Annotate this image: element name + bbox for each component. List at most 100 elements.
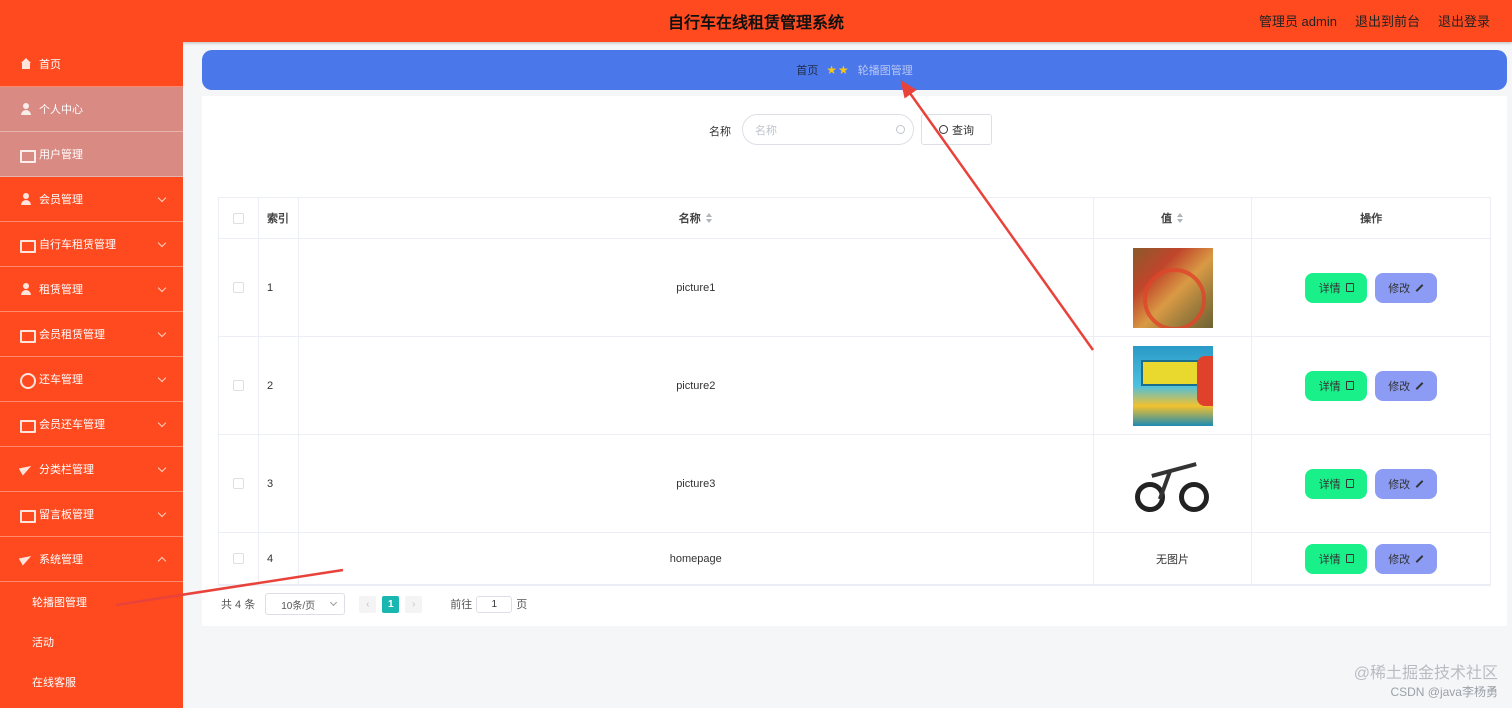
sidebar-item-label: 会员管理	[39, 194, 83, 206]
edit-button[interactable]: 修改	[1375, 543, 1438, 574]
sidebar-item-personal-center[interactable]: 个人中心	[0, 87, 183, 132]
sort-icon[interactable]	[1177, 213, 1184, 223]
header-name[interactable]: 名称	[299, 198, 1094, 238]
sidebar-item-label: 首页	[39, 59, 61, 71]
detail-button[interactable]: 详情	[1305, 543, 1368, 574]
sidebar-item-label: 会员还车管理	[39, 419, 105, 431]
admin-user-label[interactable]: 管理员 admin	[1259, 11, 1337, 30]
sidebar-subitem-activity[interactable]: 活动	[0, 622, 183, 662]
edit-icon	[1415, 283, 1424, 292]
detail-button-label: 详情	[1318, 282, 1341, 295]
row-index: 4	[259, 533, 299, 584]
chevron-down-icon	[157, 238, 167, 248]
row-checkbox[interactable]	[232, 478, 244, 489]
breadcrumb-current: 轮播图管理	[857, 65, 913, 77]
watermark-juejin: @稀土掘金技术社区	[1353, 665, 1498, 682]
document-icon	[1345, 381, 1354, 390]
sidebar-item-home[interactable]: 首页	[0, 42, 183, 87]
chevron-down-icon	[157, 283, 167, 293]
breadcrumb-home[interactable]: 首页	[796, 62, 818, 78]
row-name: picture3	[299, 435, 1094, 532]
bike-wheel-shape	[1178, 481, 1209, 512]
exit-to-front-link[interactable]: 退出到前台	[1355, 11, 1420, 30]
detail-button-label: 详情	[1318, 478, 1341, 491]
person-icon	[20, 103, 32, 115]
edit-button[interactable]: 修改	[1375, 272, 1438, 303]
sidebar-item-message-board-management[interactable]: 留言板管理	[0, 492, 183, 537]
person-icon	[20, 283, 32, 295]
page-number-button[interactable]: 1	[382, 595, 400, 613]
sidebar-menu: 首页 个人中心 用户管理 会员管理 自行车租赁管理 租赁管理 会员租赁管理 还车…	[0, 42, 183, 708]
sidebar-item-user-management[interactable]: 用户管理	[0, 132, 183, 177]
prev-page-button[interactable]: ‹	[359, 595, 377, 613]
sidebar-item-member-rental-management[interactable]: 会员租赁管理	[0, 312, 183, 357]
search-icon	[896, 125, 905, 134]
document-icon	[1345, 283, 1354, 292]
edit-button[interactable]: 修改	[1375, 468, 1438, 499]
query-button[interactable]: 查询	[921, 114, 992, 145]
bicycle-image-thumbnail	[1132, 443, 1213, 524]
sidebar-item-label: 系统管理	[39, 554, 83, 566]
sidebar-item-label: 用户管理	[39, 149, 83, 161]
sidebar-item-category-management[interactable]: 分类栏管理	[0, 447, 183, 492]
watermark: @稀土掘金技术社区 CSDN @java李杨勇	[1354, 659, 1498, 700]
header-actions: 管理员 admin 退出到前台 退出登录	[1259, 11, 1490, 30]
select-all-checkbox[interactable]	[232, 212, 244, 224]
row-ops: 详情 修改	[1252, 337, 1490, 434]
table-row: 4 homepage 无图片 详情 修改	[219, 533, 1490, 585]
search-placeholder: 名称	[755, 124, 777, 137]
chevron-down-icon	[157, 373, 167, 383]
edit-button-label: 修改	[1388, 553, 1411, 566]
header-ops: 操作	[1360, 213, 1383, 225]
goto-label: 前往	[450, 599, 473, 611]
row-checkbox[interactable]	[232, 553, 244, 564]
pagination-total: 共 4 条	[221, 599, 256, 611]
chevron-down-icon	[157, 328, 167, 338]
top-header: 自行车在线租赁管理系统 管理员 admin 退出到前台 退出登录	[0, 0, 1512, 42]
detail-button[interactable]: 详情	[1305, 370, 1368, 401]
sidebar-item-system-management[interactable]: 系统管理	[0, 537, 183, 582]
person-icon	[20, 193, 32, 205]
row-value	[1094, 337, 1253, 434]
document-icon	[1345, 554, 1354, 563]
bike-icon	[20, 238, 36, 253]
edit-icon	[1415, 479, 1424, 488]
breadcrumb: 首页 ★★ 轮播图管理	[202, 50, 1507, 90]
next-page-button[interactable]: ›	[405, 595, 423, 613]
row-value	[1094, 239, 1253, 336]
plane-icon	[20, 553, 32, 565]
page-unit-label: 页	[516, 599, 528, 611]
row-name: picture1	[299, 239, 1094, 336]
star-separator-icon: ★★	[826, 63, 850, 77]
row-select-cell	[219, 337, 259, 434]
row-value: 无图片	[1094, 533, 1253, 584]
sidebar-item-member-management[interactable]: 会员管理	[0, 177, 183, 222]
sidebar-item-label: 个人中心	[39, 104, 83, 116]
row-checkbox[interactable]	[232, 282, 244, 293]
sort-icon[interactable]	[705, 213, 713, 223]
chart-icon	[20, 508, 36, 523]
sidebar-subitem-carousel-management[interactable]: 轮播图管理	[0, 582, 183, 622]
detail-button[interactable]: 详情	[1305, 272, 1368, 303]
logout-link[interactable]: 退出登录	[1438, 11, 1490, 30]
chevron-down-icon	[157, 463, 167, 473]
header-index: 索引	[259, 198, 299, 238]
row-ops: 详情 修改	[1252, 435, 1490, 532]
page-size-select[interactable]: 10条/页	[265, 593, 346, 615]
sidebar-subitem-online-service[interactable]: 在线客服	[0, 662, 183, 702]
search-label: 名称	[709, 126, 731, 138]
search-input[interactable]: 名称	[742, 114, 914, 145]
sidebar-item-label: 自行车租赁管理	[39, 239, 116, 251]
sidebar-item-rental-management[interactable]: 租赁管理	[0, 267, 183, 312]
sidebar-item-member-return-management[interactable]: 会员还车管理	[0, 402, 183, 447]
header-value[interactable]: 值	[1094, 198, 1253, 238]
main-panel: 名称 名称 查询 索引 名称 值 操作 1 picture1 详情 修改 2 p…	[202, 96, 1507, 626]
goto-page-input[interactable]: 1	[476, 595, 513, 613]
sidebar-item-bike-rental-management[interactable]: 自行车租赁管理	[0, 222, 183, 267]
search-icon	[939, 125, 948, 134]
edit-button[interactable]: 修改	[1375, 370, 1438, 401]
pagination: 共 4 条 10条/页 ‹ 1 › 前往 1 页	[221, 593, 527, 615]
detail-button[interactable]: 详情	[1305, 468, 1368, 499]
row-checkbox[interactable]	[232, 380, 244, 391]
sidebar-item-return-management[interactable]: 还车管理	[0, 357, 183, 402]
